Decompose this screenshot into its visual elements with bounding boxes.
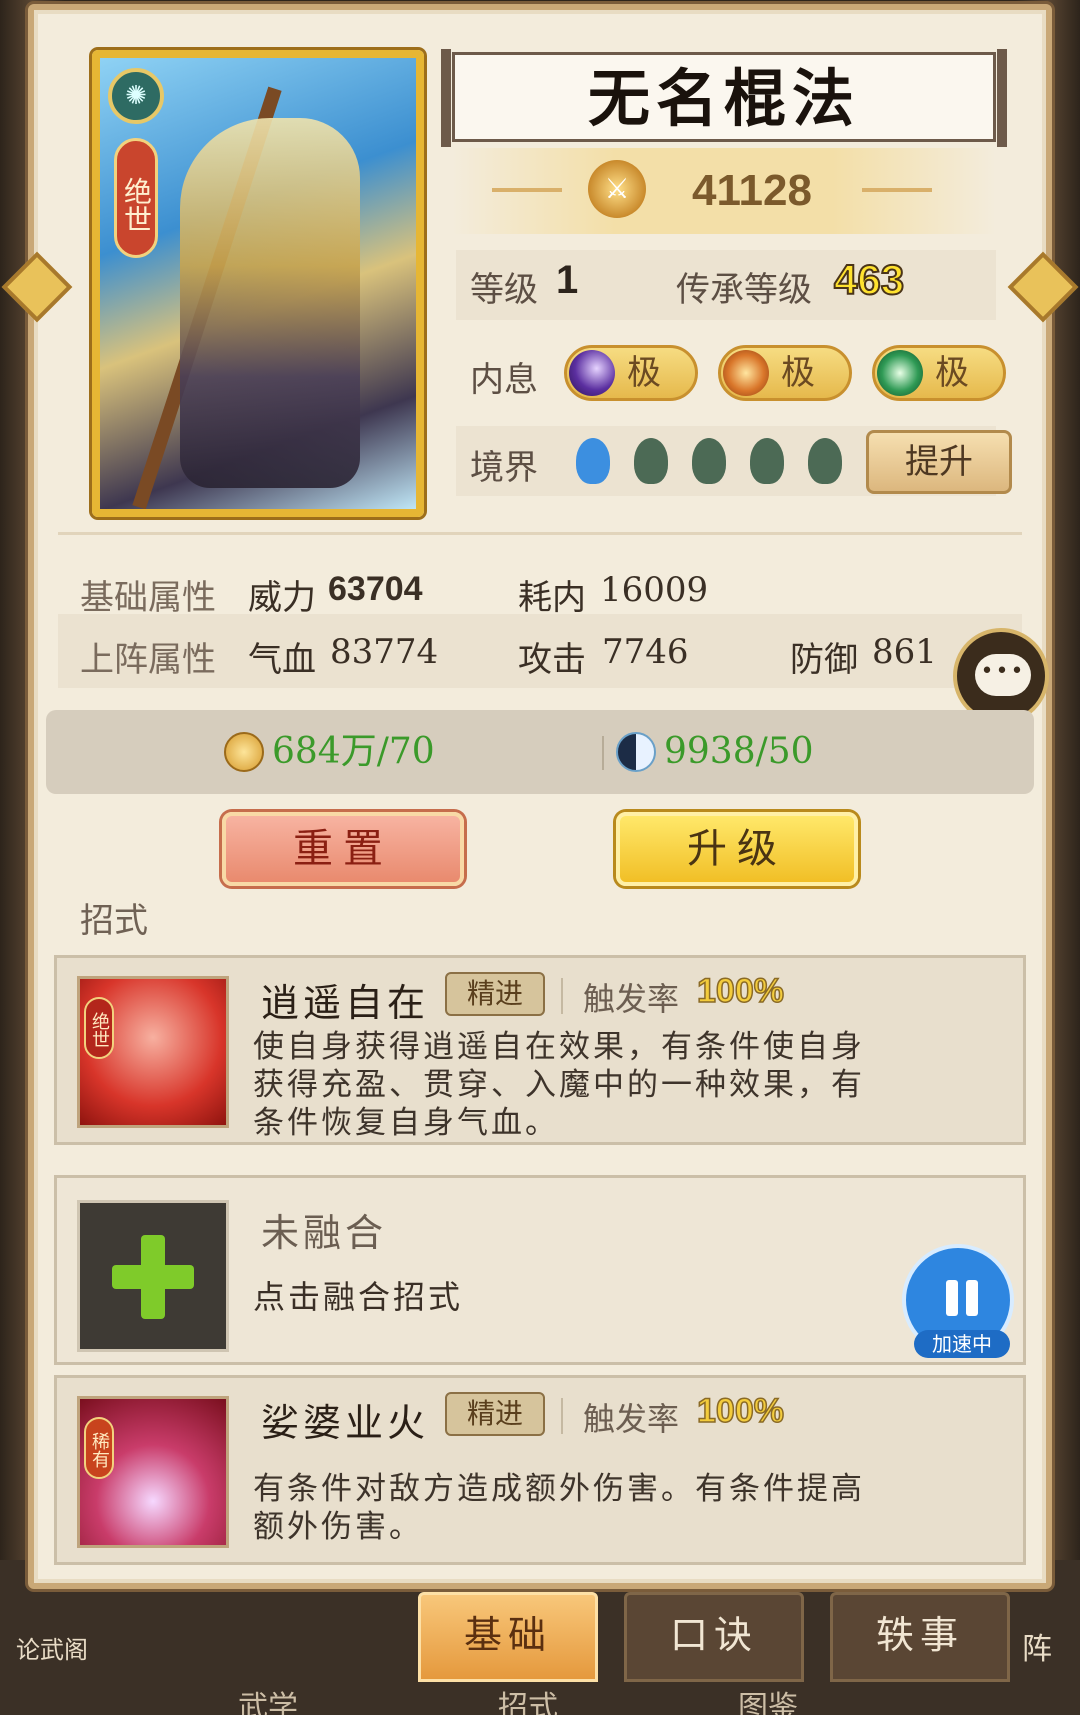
purple-orb-icon: [569, 350, 615, 396]
skill-2-name: 娑婆业火: [261, 1401, 430, 1445]
pause-icon: [942, 1280, 982, 1316]
atk-value: 7746: [602, 632, 689, 672]
inner-grade-1: 极: [627, 353, 661, 393]
coin-icon: [224, 732, 264, 772]
character-figure: [180, 118, 360, 488]
skill-2-icon: 稀有: [77, 1396, 229, 1548]
skill-row-2[interactable]: 稀有 娑婆业火 精进 触发率 100% 有条件对敌方造成额外伤害。有条件提高 额…: [54, 1375, 1026, 1565]
realm-label: 境界: [470, 448, 538, 488]
realm-drop-icon-3: [692, 438, 726, 484]
atk-label: 攻击: [518, 640, 586, 680]
hp-label: 气血: [248, 640, 316, 680]
base-attr-label: 基础属性: [80, 578, 216, 618]
skill-1-icon: 绝世: [77, 976, 229, 1128]
level-value: 1: [556, 258, 579, 302]
bottom-left-label[interactable]: 论武阁: [16, 1630, 88, 1665]
fuse-slot[interactable]: 未融合 点击融合招式: [54, 1175, 1026, 1365]
reset-button[interactable]: 重置: [222, 812, 464, 886]
battle-attr-label: 上阵属性: [80, 640, 216, 680]
inner-pill-3[interactable]: 极: [872, 345, 1006, 401]
inherit-level-value: 463: [833, 255, 905, 304]
skill-1-desc: 使自身获得逍遥自在效果，有条件使自身 获得充盈、贯穿、入魔中的一种效果，有 条件…: [253, 1028, 953, 1142]
inner-label: 内息: [470, 360, 538, 400]
skill-card-art: ✺ 绝世: [92, 50, 424, 517]
skill-2-rank-badge: 稀有: [84, 1417, 114, 1479]
skill-1-desc-line: 获得充盈、贯穿、入魔中的一种效果，有: [253, 1067, 865, 1103]
orange-orb-icon: [723, 350, 769, 396]
inner-grade-3: 极: [935, 353, 969, 393]
skill-1-desc-line: 使自身获得逍遥自在效果，有条件使自身: [253, 1029, 865, 1065]
rank-badge: 绝世: [114, 138, 158, 258]
yinyang-icon: [616, 732, 656, 772]
fuse-hint: 点击融合招式: [253, 1278, 464, 1316]
rate-separator: [561, 978, 563, 1014]
skill-1-rate-label: 触发率: [583, 980, 680, 1018]
cost-separator: [602, 736, 604, 770]
tab-basic[interactable]: 基础: [418, 1592, 598, 1682]
def-value: 861: [872, 632, 937, 672]
cost-attr-value: 16009: [600, 570, 709, 610]
tab-formula[interactable]: 口诀: [624, 1592, 804, 1682]
bottom-tab-moves[interactable]: 招式: [498, 1682, 558, 1715]
power-attr-label: 威力: [248, 578, 316, 618]
green-orb-icon: [877, 350, 923, 396]
skill-1-tag: 精进: [445, 972, 545, 1016]
page-title: 无名棍法: [587, 62, 860, 135]
skill-2-desc: 有条件对敌方造成额外伤害。有条件提高 额外伤害。: [253, 1470, 953, 1546]
skill-row-1[interactable]: 绝世 逍遥自在 精进 触发率 100% 使自身获得逍遥自在效果，有条件使自身 获…: [54, 955, 1026, 1145]
skill-2-tag: 精进: [445, 1392, 545, 1436]
divider: [58, 532, 1022, 535]
ornament-left: [492, 188, 562, 192]
sword-power-icon: ⚔: [588, 160, 646, 218]
fuse-plus-button[interactable]: [77, 1200, 229, 1352]
skill-2-rate-label: 触发率: [583, 1400, 680, 1438]
speed-label: 加速中: [914, 1330, 1010, 1358]
power-row: ⚔ 41128: [452, 148, 996, 234]
skill-1-rate-value: 100%: [696, 971, 784, 1011]
ornament-right: [862, 188, 932, 192]
realm-drop-icon-4: [750, 438, 784, 484]
skill-1-desc-line: 条件恢复自身气血。: [253, 1105, 559, 1141]
level-label: 等级: [470, 270, 538, 310]
bottom-tab-codex[interactable]: 图鉴: [738, 1682, 798, 1715]
bottom-tab-martial[interactable]: 武学: [238, 1682, 298, 1715]
cost-attr-label: 耗内: [518, 578, 586, 618]
power-value: 41128: [692, 166, 812, 215]
upgrade-button[interactable]: 升级: [616, 812, 858, 886]
def-label: 防御: [790, 640, 858, 680]
plus-icon-vertical: [141, 1235, 165, 1319]
power-attr-value: 63704: [328, 570, 423, 608]
realm-drop-icon-2: [634, 438, 668, 484]
realm-upgrade-button[interactable]: 提升: [866, 430, 1012, 494]
skill-2-desc-line: 额外伤害。: [253, 1509, 423, 1545]
skill-2-rate-value: 100%: [696, 1391, 784, 1431]
moves-section-label: 招式: [80, 901, 148, 941]
fan-emblem-icon: ✺: [108, 68, 164, 124]
title-box: 无名棍法: [441, 49, 1007, 147]
inner-pill-2[interactable]: 极: [718, 345, 852, 401]
skill-1-rank-badge: 绝世: [84, 997, 114, 1059]
coin-cost: 684万/70: [272, 731, 435, 772]
cost-bar: 684万/70 9938/50: [46, 710, 1034, 794]
inherit-level-label: 传承等级: [676, 270, 812, 310]
yinyang-cost: 9938/50: [664, 731, 814, 772]
realm-drop-icon-5: [808, 438, 842, 484]
hp-value: 83774: [330, 632, 439, 672]
speed-up-button[interactable]: 加速中: [902, 1244, 1014, 1358]
realm-drop-icon-1: [576, 438, 610, 484]
inner-grade-2: 极: [781, 353, 815, 393]
tab-anecdote[interactable]: 轶事: [830, 1592, 1010, 1682]
fuse-title: 未融合: [261, 1211, 388, 1255]
bottom-right-label[interactable]: 阵: [1022, 1624, 1052, 1668]
skill-2-desc-line: 有条件对敌方造成额外伤害。有条件提高: [253, 1471, 865, 1507]
inner-pill-1[interactable]: 极: [564, 345, 698, 401]
rate-separator: [561, 1398, 563, 1434]
skill-1-name: 逍遥自在: [261, 981, 430, 1025]
